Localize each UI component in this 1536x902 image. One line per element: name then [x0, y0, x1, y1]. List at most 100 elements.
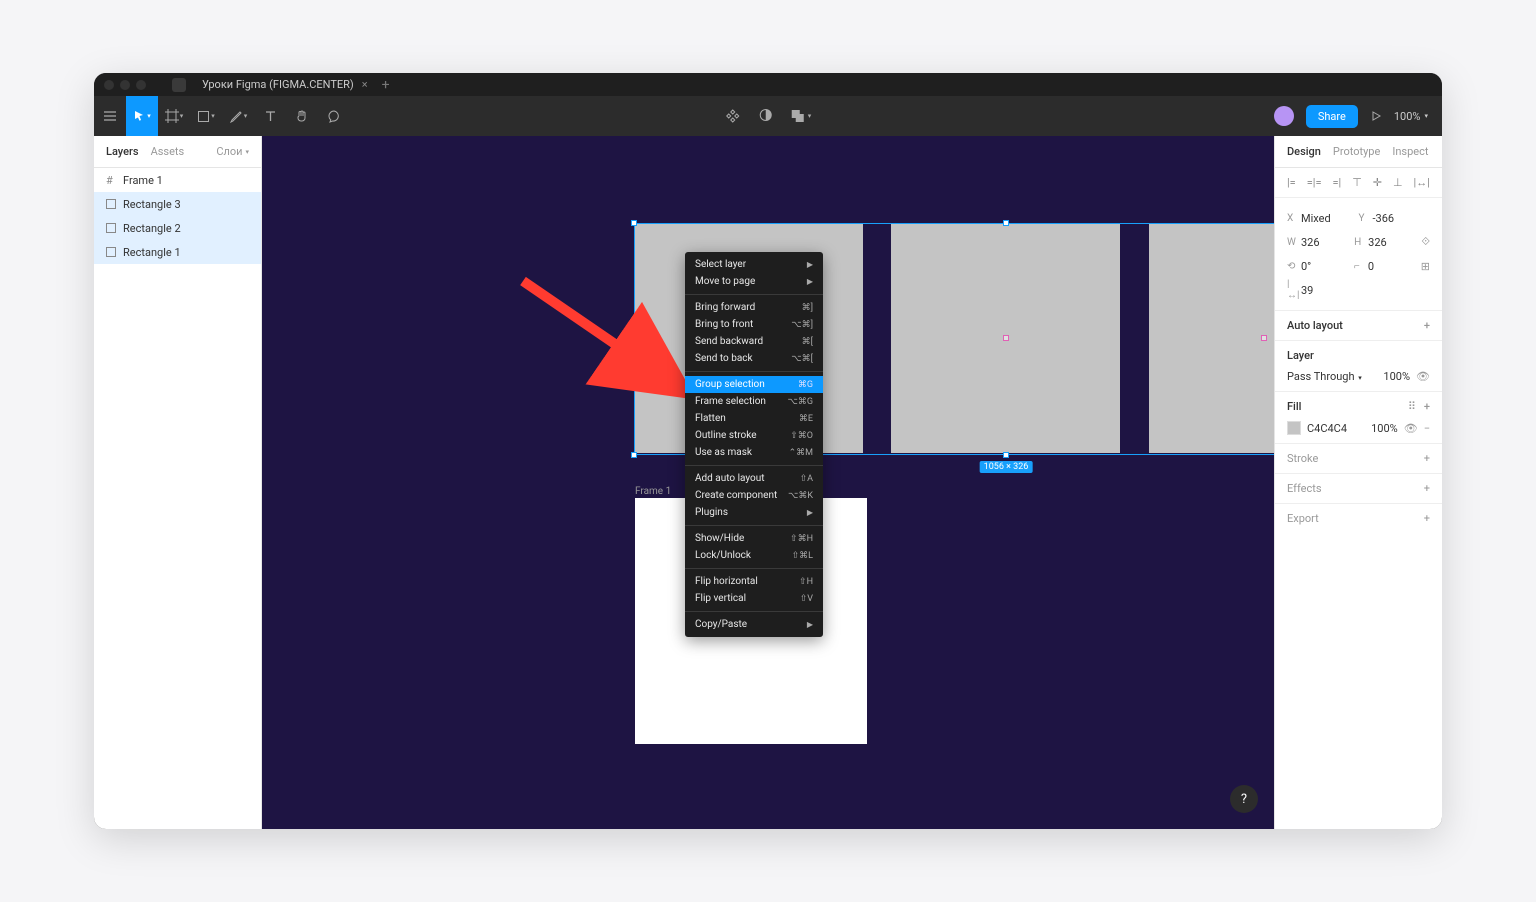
gap-icon: |↔|	[1287, 279, 1301, 301]
resize-handle[interactable]	[631, 336, 637, 342]
align-right-icon[interactable]: =|	[1332, 176, 1341, 189]
gap-input[interactable]: 39	[1301, 284, 1430, 297]
tab-layers[interactable]: Layers	[106, 145, 139, 158]
ctx-frame-selection[interactable]: Frame selection⌥⌘G	[685, 393, 823, 410]
ctx-lock-unlock[interactable]: Lock/Unlock⇧⌘L	[685, 547, 823, 564]
center-handle-icon	[1003, 335, 1009, 341]
canvas-rectangle[interactable]	[891, 223, 1120, 453]
submenu-arrow-icon: ▶	[807, 260, 813, 269]
traffic-close[interactable]	[104, 80, 114, 90]
layer-item-rect[interactable]: Rectangle 1	[94, 240, 261, 264]
submenu-arrow-icon: ▶	[807, 508, 813, 517]
fill-styles-icon[interactable]: ⠿	[1408, 400, 1416, 413]
tab-design[interactable]: Design	[1287, 145, 1321, 158]
blend-mode-dropdown[interactable]: Pass Through ▾	[1287, 370, 1362, 383]
move-tool-icon[interactable]: ▾	[126, 96, 158, 136]
present-icon[interactable]	[1370, 110, 1382, 122]
zoom-control[interactable]: 100% ▾	[1394, 110, 1428, 123]
shape-tool-icon[interactable]: ▾	[190, 96, 222, 136]
align-top-icon[interactable]: ⊤	[1352, 176, 1362, 189]
center-handle-icon	[1261, 335, 1267, 341]
frame-label[interactable]: Frame 1	[635, 486, 671, 497]
add-export-icon[interactable]: +	[1424, 512, 1430, 525]
ctx-flip-horizontal[interactable]: Flip horizontal⇧H	[685, 573, 823, 590]
resize-handle[interactable]	[1003, 220, 1009, 226]
radius-input[interactable]: 0	[1368, 260, 1421, 273]
pen-tool-icon[interactable]: ▾	[222, 96, 254, 136]
remove-fill-icon[interactable]: −	[1424, 422, 1430, 435]
alignment-controls: |= =|= =| ⊤ ✛ ⊥ |↔|	[1275, 168, 1442, 198]
h-input[interactable]: 326	[1368, 236, 1421, 249]
add-stroke-icon[interactable]: +	[1424, 452, 1430, 465]
fill-opacity-input[interactable]: 100%	[1371, 422, 1398, 435]
chevron-down-icon: ▾	[245, 148, 249, 156]
independent-corners-icon[interactable]: ⊞	[1421, 260, 1430, 273]
ctx-plugins[interactable]: Plugins▶	[685, 504, 823, 521]
boolean-tool-icon[interactable]: ▾	[791, 108, 812, 124]
text-tool-icon[interactable]	[254, 96, 286, 136]
ctx-send-backward[interactable]: Send backward⌘[	[685, 333, 823, 350]
ctx-copy-paste[interactable]: Copy/Paste▶	[685, 616, 823, 633]
ctx-add-auto-layout[interactable]: Add auto layout⇧A	[685, 470, 823, 487]
canvas[interactable]: 1056 × 326 Frame 1 Select layer▶ Move to…	[262, 136, 1274, 829]
traffic-min[interactable]	[120, 80, 130, 90]
tab-inspect[interactable]: Inspect	[1392, 145, 1428, 158]
ctx-select-layer[interactable]: Select layer▶	[685, 256, 823, 273]
align-bottom-icon[interactable]: ⊥	[1393, 176, 1403, 189]
fill-swatch[interactable]	[1287, 421, 1301, 435]
add-fill-icon[interactable]: +	[1424, 400, 1430, 413]
tab-prototype[interactable]: Prototype	[1333, 145, 1380, 158]
align-left-icon[interactable]: |=	[1287, 176, 1296, 189]
align-hcenter-icon[interactable]: =|=	[1307, 176, 1322, 189]
ctx-send-to-back[interactable]: Send to back⌥⌘[	[685, 350, 823, 367]
ctx-create-component[interactable]: Create component⌥⌘K	[685, 487, 823, 504]
layer-item-frame[interactable]: # Frame 1	[94, 168, 261, 192]
ctx-show-hide[interactable]: Show/Hide⇧⌘H	[685, 530, 823, 547]
ctx-flip-vertical[interactable]: Flip vertical⇧V	[685, 590, 823, 607]
share-button[interactable]: Share	[1306, 105, 1358, 128]
comment-tool-icon[interactable]	[318, 96, 350, 136]
layer-item-rect[interactable]: Rectangle 3	[94, 192, 261, 216]
w-input[interactable]: 326	[1301, 236, 1354, 249]
visibility-icon[interactable]: 👁	[1404, 422, 1418, 435]
add-autolayout-icon[interactable]: +	[1424, 319, 1430, 332]
add-effect-icon[interactable]: +	[1424, 482, 1430, 495]
pages-dropdown[interactable]: Слои ▾	[216, 145, 249, 158]
layer-label: Rectangle 2	[123, 222, 181, 235]
traffic-max[interactable]	[136, 80, 146, 90]
ctx-use-as-mask[interactable]: Use as mask⌃⌘M	[685, 444, 823, 461]
mask-tool-icon[interactable]	[759, 108, 773, 124]
canvas-rectangle[interactable]	[1149, 223, 1274, 453]
figma-logo-icon[interactable]	[172, 78, 186, 92]
new-tab-button[interactable]: +	[382, 77, 390, 93]
menu-separator	[685, 371, 823, 372]
ctx-group-selection[interactable]: Group selection⌘G	[685, 376, 823, 393]
document-tab[interactable]: Уроки Figma (FIGMA.CENTER) ×	[194, 73, 376, 96]
rotation-input[interactable]: 0°	[1301, 260, 1354, 273]
ctx-bring-to-front[interactable]: Bring to front⌥⌘]	[685, 316, 823, 333]
visibility-icon[interactable]: 👁	[1416, 370, 1430, 383]
component-tool-icon[interactable]	[725, 108, 741, 124]
y-input[interactable]: -366	[1373, 212, 1431, 225]
hand-tool-icon[interactable]	[286, 96, 318, 136]
resize-handle[interactable]	[1003, 452, 1009, 458]
close-tab-icon[interactable]: ×	[362, 78, 368, 91]
opacity-input[interactable]: 100%	[1383, 370, 1410, 383]
ctx-flatten[interactable]: Flatten⌘E	[685, 410, 823, 427]
distribute-icon[interactable]: |↔|	[1414, 176, 1430, 189]
x-input[interactable]: Mixed	[1301, 212, 1359, 225]
help-button[interactable]: ?	[1230, 785, 1258, 813]
ctx-outline-stroke[interactable]: Outline stroke⇧⌘O	[685, 427, 823, 444]
fill-hex-input[interactable]: C4C4C4	[1307, 422, 1347, 435]
layer-item-rect[interactable]: Rectangle 2	[94, 216, 261, 240]
align-vcenter-icon[interactable]: ✛	[1373, 176, 1382, 189]
ctx-bring-forward[interactable]: Bring forward⌘]	[685, 299, 823, 316]
resize-handle[interactable]	[631, 220, 637, 226]
frame-tool-icon[interactable]: ▾	[158, 96, 190, 136]
user-avatar[interactable]	[1274, 106, 1294, 126]
ctx-move-to-page[interactable]: Move to page▶	[685, 273, 823, 290]
tab-assets[interactable]: Assets	[151, 145, 185, 158]
resize-handle[interactable]	[631, 452, 637, 458]
constrain-proportions-icon[interactable]: ⟐	[1421, 235, 1430, 249]
hamburger-menu-icon[interactable]	[94, 96, 126, 136]
